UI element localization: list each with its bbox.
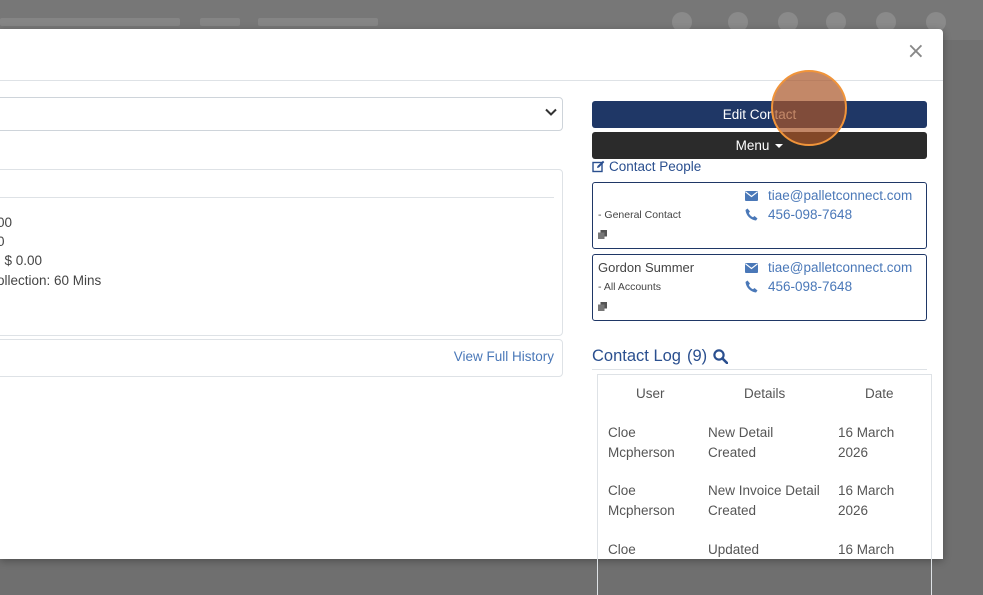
contact-name: Gordon Summer [598, 260, 695, 275]
contact-phone[interactable]: 456-098-7648 [745, 279, 852, 294]
card-divider [0, 197, 554, 198]
log-divider [592, 369, 927, 370]
contact-phone[interactable]: 456-098-7648 [745, 207, 852, 222]
contact-log-table: User Details Date Cloe Mcpherson New Deta… [597, 374, 932, 595]
contact-people-link[interactable]: Contact People [592, 159, 701, 174]
edit-contact-button[interactable]: Edit Contact [592, 101, 927, 128]
detail-line: 00 [0, 215, 13, 230]
log-details: New Detail Created [708, 425, 774, 460]
log-date: 16 March 2026 [838, 483, 895, 518]
contact-phone-text: 456-098-7648 [768, 279, 853, 294]
copy-icon[interactable] [598, 302, 607, 311]
contact-email-text: tiae@palletconnect.com [768, 188, 913, 203]
column-header-date: Date [865, 386, 894, 401]
background-breadcrumb-part [200, 18, 240, 26]
contact-log-label: Contact Log [592, 347, 681, 365]
detail-line: : $ 0.00 [0, 253, 43, 268]
background-breadcrumb-part [258, 18, 378, 26]
detail-line: ollection: 60 Mins [0, 273, 102, 288]
log-user: Cloe Mcpherson [608, 483, 675, 518]
contact-role: - All Accounts [598, 281, 662, 293]
phone-icon [745, 208, 758, 221]
log-details: New Invoice Detail Created [708, 483, 820, 518]
column-header-user: User [636, 386, 665, 401]
close-icon[interactable]: × [907, 41, 925, 63]
view-full-history-link[interactable]: View Full History [454, 349, 554, 364]
contact-email[interactable]: tiae@palletconnect.com [745, 188, 912, 203]
chevron-down-icon [545, 108, 557, 116]
log-user: Cloe [608, 542, 636, 557]
phone-icon [745, 280, 758, 293]
details-card: 00 0 : $ 0.00 ollection: 60 Mins [0, 169, 563, 336]
contact-card: - General Contact tiae@palletconnect.com… [592, 182, 927, 249]
log-date: 16 March 2026 [838, 425, 895, 460]
contact-card: Gordon Summer - All Accounts tiae@pallet… [592, 254, 927, 321]
contact-email[interactable]: tiae@palletconnect.com [745, 260, 912, 275]
log-user: Cloe Mcpherson [608, 425, 675, 460]
contact-role: - General Contact [598, 209, 681, 221]
menu-label: Menu [735, 138, 770, 153]
edit-icon [592, 160, 605, 173]
history-card: View Full History [0, 339, 563, 377]
modal-header: × [0, 29, 943, 81]
column-header-details: Details [744, 386, 786, 401]
contact-email-text: tiae@palletconnect.com [768, 260, 913, 275]
copy-icon[interactable] [598, 230, 607, 239]
log-details: Updated [708, 542, 760, 557]
caret-down-icon [775, 143, 784, 148]
detail-line: 0 [0, 234, 5, 249]
log-date: 16 March [838, 542, 895, 557]
contact-people-label: Contact People [609, 159, 702, 174]
contact-modal: × 00 0 : $ 0.00 ollection: 60 Mins View … [0, 29, 943, 595]
contact-log-title: Contact Log (9) [592, 347, 729, 366]
search-icon[interactable] [713, 349, 729, 364]
background-breadcrumb [0, 18, 180, 26]
menu-button[interactable]: Menu [592, 132, 927, 159]
envelope-icon [745, 190, 758, 201]
envelope-icon [745, 262, 758, 273]
contact-log-count: (9) [686, 347, 708, 365]
edit-contact-label: Edit Contact [722, 107, 797, 122]
account-select[interactable] [0, 97, 563, 131]
contact-phone-text: 456-098-7648 [768, 207, 853, 222]
